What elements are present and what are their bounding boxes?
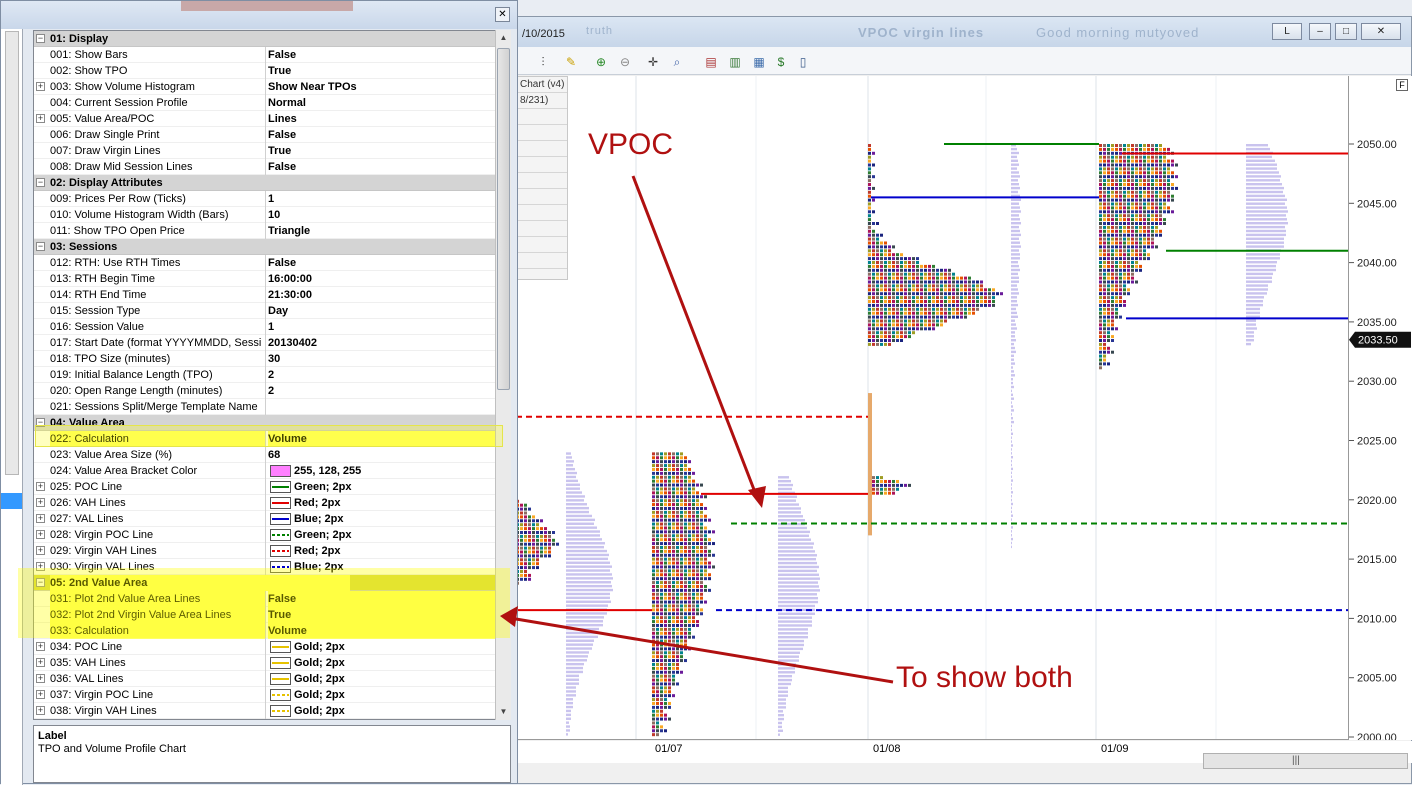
both-arrow xyxy=(509,616,894,684)
show-both-annotation: To show both xyxy=(896,661,1073,694)
vpoc-arrow xyxy=(631,175,760,501)
vpoc-arrowhead xyxy=(748,486,766,508)
vpoc-annotation: VPOC xyxy=(588,128,674,161)
annotation-arrows xyxy=(500,175,894,684)
both-arrowhead xyxy=(500,606,518,627)
